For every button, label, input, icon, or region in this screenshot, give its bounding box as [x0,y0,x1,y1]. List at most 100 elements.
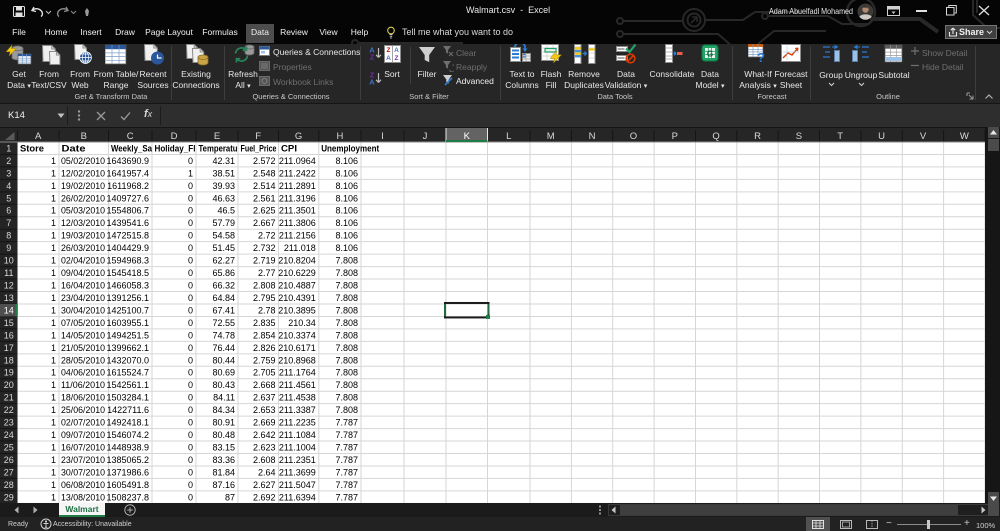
svg-text:64.84: 64.84 [212,293,235,303]
svg-text:11/06/2010: 11/06/2010 [61,380,105,390]
svg-text:65.86: 65.86 [212,268,235,278]
svg-text:B: B [81,131,87,142]
svg-text:Z: Z [387,47,391,54]
svg-text:0: 0 [188,268,193,278]
svg-text:7.787: 7.787 [335,430,358,440]
svg-text:211.018: 211.018 [284,243,316,253]
svg-text:2.572: 2.572 [253,156,276,166]
svg-text:210.34: 210.34 [288,318,316,328]
svg-text:0: 0 [188,480,193,490]
svg-text:0: 0 [188,280,193,290]
svg-text:2.623: 2.623 [253,442,276,452]
svg-text:15: 15 [4,318,14,328]
svg-text:1: 1 [51,193,56,203]
svg-text:14/05/2010: 14/05/2010 [61,330,105,340]
svg-text:211.4538: 211.4538 [279,393,316,403]
svg-text:2.835: 2.835 [253,318,276,328]
svg-text:1: 1 [51,305,56,315]
svg-text:1542561.1: 1542561.1 [106,380,149,390]
svg-text:F: F [255,131,261,142]
svg-text:J: J [423,131,428,142]
svg-text:2.732: 2.732 [253,243,276,253]
svg-text:1466058.3: 1466058.3 [106,280,149,290]
svg-text:Adam Abuelfadl Mohamed: Adam Abuelfadl Mohamed [769,6,853,16]
svg-text:7.808: 7.808 [335,393,358,403]
svg-text:1: 1 [51,442,56,452]
svg-text:1: 1 [51,168,56,178]
svg-text:17: 17 [4,343,14,353]
svg-text:A: A [386,55,391,62]
svg-text:19: 19 [4,368,14,378]
svg-text:7.808: 7.808 [335,380,358,390]
svg-text:14: 14 [4,305,14,315]
svg-text:16: 16 [4,330,14,340]
svg-text:8.106: 8.106 [335,181,358,191]
svg-text:1605491.8: 1605491.8 [106,480,149,490]
svg-text:211.5047: 211.5047 [279,480,316,490]
svg-text:2.667: 2.667 [253,218,276,228]
svg-text:28: 28 [4,480,14,490]
svg-text:8.106: 8.106 [335,168,358,178]
svg-text:42.31: 42.31 [212,156,235,166]
svg-text:24: 24 [4,430,14,440]
svg-text:1: 1 [51,218,56,228]
svg-text:0: 0 [188,355,193,365]
svg-text:211.2422: 211.2422 [279,168,316,178]
svg-text:7.787: 7.787 [335,442,358,452]
svg-text:2.608: 2.608 [253,455,276,465]
svg-text:84.34: 84.34 [212,405,235,415]
svg-text:0: 0 [188,218,193,228]
svg-text:0: 0 [188,393,193,403]
svg-text:87: 87 [225,492,235,502]
svg-text:210.4887: 210.4887 [278,280,316,290]
svg-text:T: T [837,131,843,142]
svg-text:1448938.9: 1448938.9 [106,442,149,452]
svg-text:7.808: 7.808 [335,330,358,340]
svg-text:1611968.2: 1611968.2 [107,181,149,191]
svg-text:18/06/2010: 18/06/2010 [61,393,105,403]
svg-text:25/06/2010: 25/06/2010 [61,405,105,415]
svg-text:80.69: 80.69 [212,368,235,378]
svg-text:0: 0 [188,430,193,440]
svg-text:Fuel_Price: Fuel_Price [241,143,277,153]
svg-text:K: K [464,131,471,142]
svg-text:1: 1 [51,405,56,415]
svg-text:1508237.8: 1508237.8 [106,492,149,502]
svg-text:210.8204: 210.8204 [278,256,316,266]
svg-text:2.637: 2.637 [253,393,276,403]
svg-text:7.808: 7.808 [335,405,358,415]
svg-text:02/07/2010: 02/07/2010 [61,418,105,428]
svg-text:1404429.9: 1404429.9 [106,243,149,253]
svg-text:211.6394: 211.6394 [279,492,316,502]
svg-text:2.719: 2.719 [253,256,276,266]
svg-text:V: V [920,131,927,142]
svg-text:1554806.7: 1554806.7 [106,206,149,216]
svg-text:8.106: 8.106 [335,243,358,253]
svg-text:2.78: 2.78 [258,305,276,315]
svg-text:7.808: 7.808 [335,355,358,365]
svg-text:Date: Date [62,143,86,153]
svg-text:211.2351: 211.2351 [279,455,316,465]
svg-text:0: 0 [188,206,193,216]
svg-text:09/07/2010: 09/07/2010 [61,430,105,440]
svg-text:S: S [796,131,802,142]
svg-text:2.625: 2.625 [253,206,276,216]
svg-text:N: N [589,131,596,142]
svg-text:2.669: 2.669 [253,418,276,428]
svg-text:Unemployment: Unemployment [321,143,379,153]
svg-text:22: 22 [4,405,14,415]
svg-text:20: 20 [4,380,14,390]
svg-text:L: L [506,131,511,142]
svg-text:7.808: 7.808 [335,305,358,315]
svg-text:1: 1 [51,156,56,166]
svg-text:210.6171: 210.6171 [278,343,316,353]
svg-text:84.11: 84.11 [213,393,235,403]
svg-text:Holiday_Fl: Holiday_Fl [155,143,196,153]
svg-text:U: U [878,131,885,142]
svg-text:80.43: 80.43 [212,380,235,390]
svg-text:81.84: 81.84 [212,467,235,477]
svg-text:83.36: 83.36 [212,455,235,465]
svg-text:27: 27 [4,467,14,477]
svg-text:211.2235: 211.2235 [279,418,316,428]
svg-text:1: 1 [51,243,56,253]
